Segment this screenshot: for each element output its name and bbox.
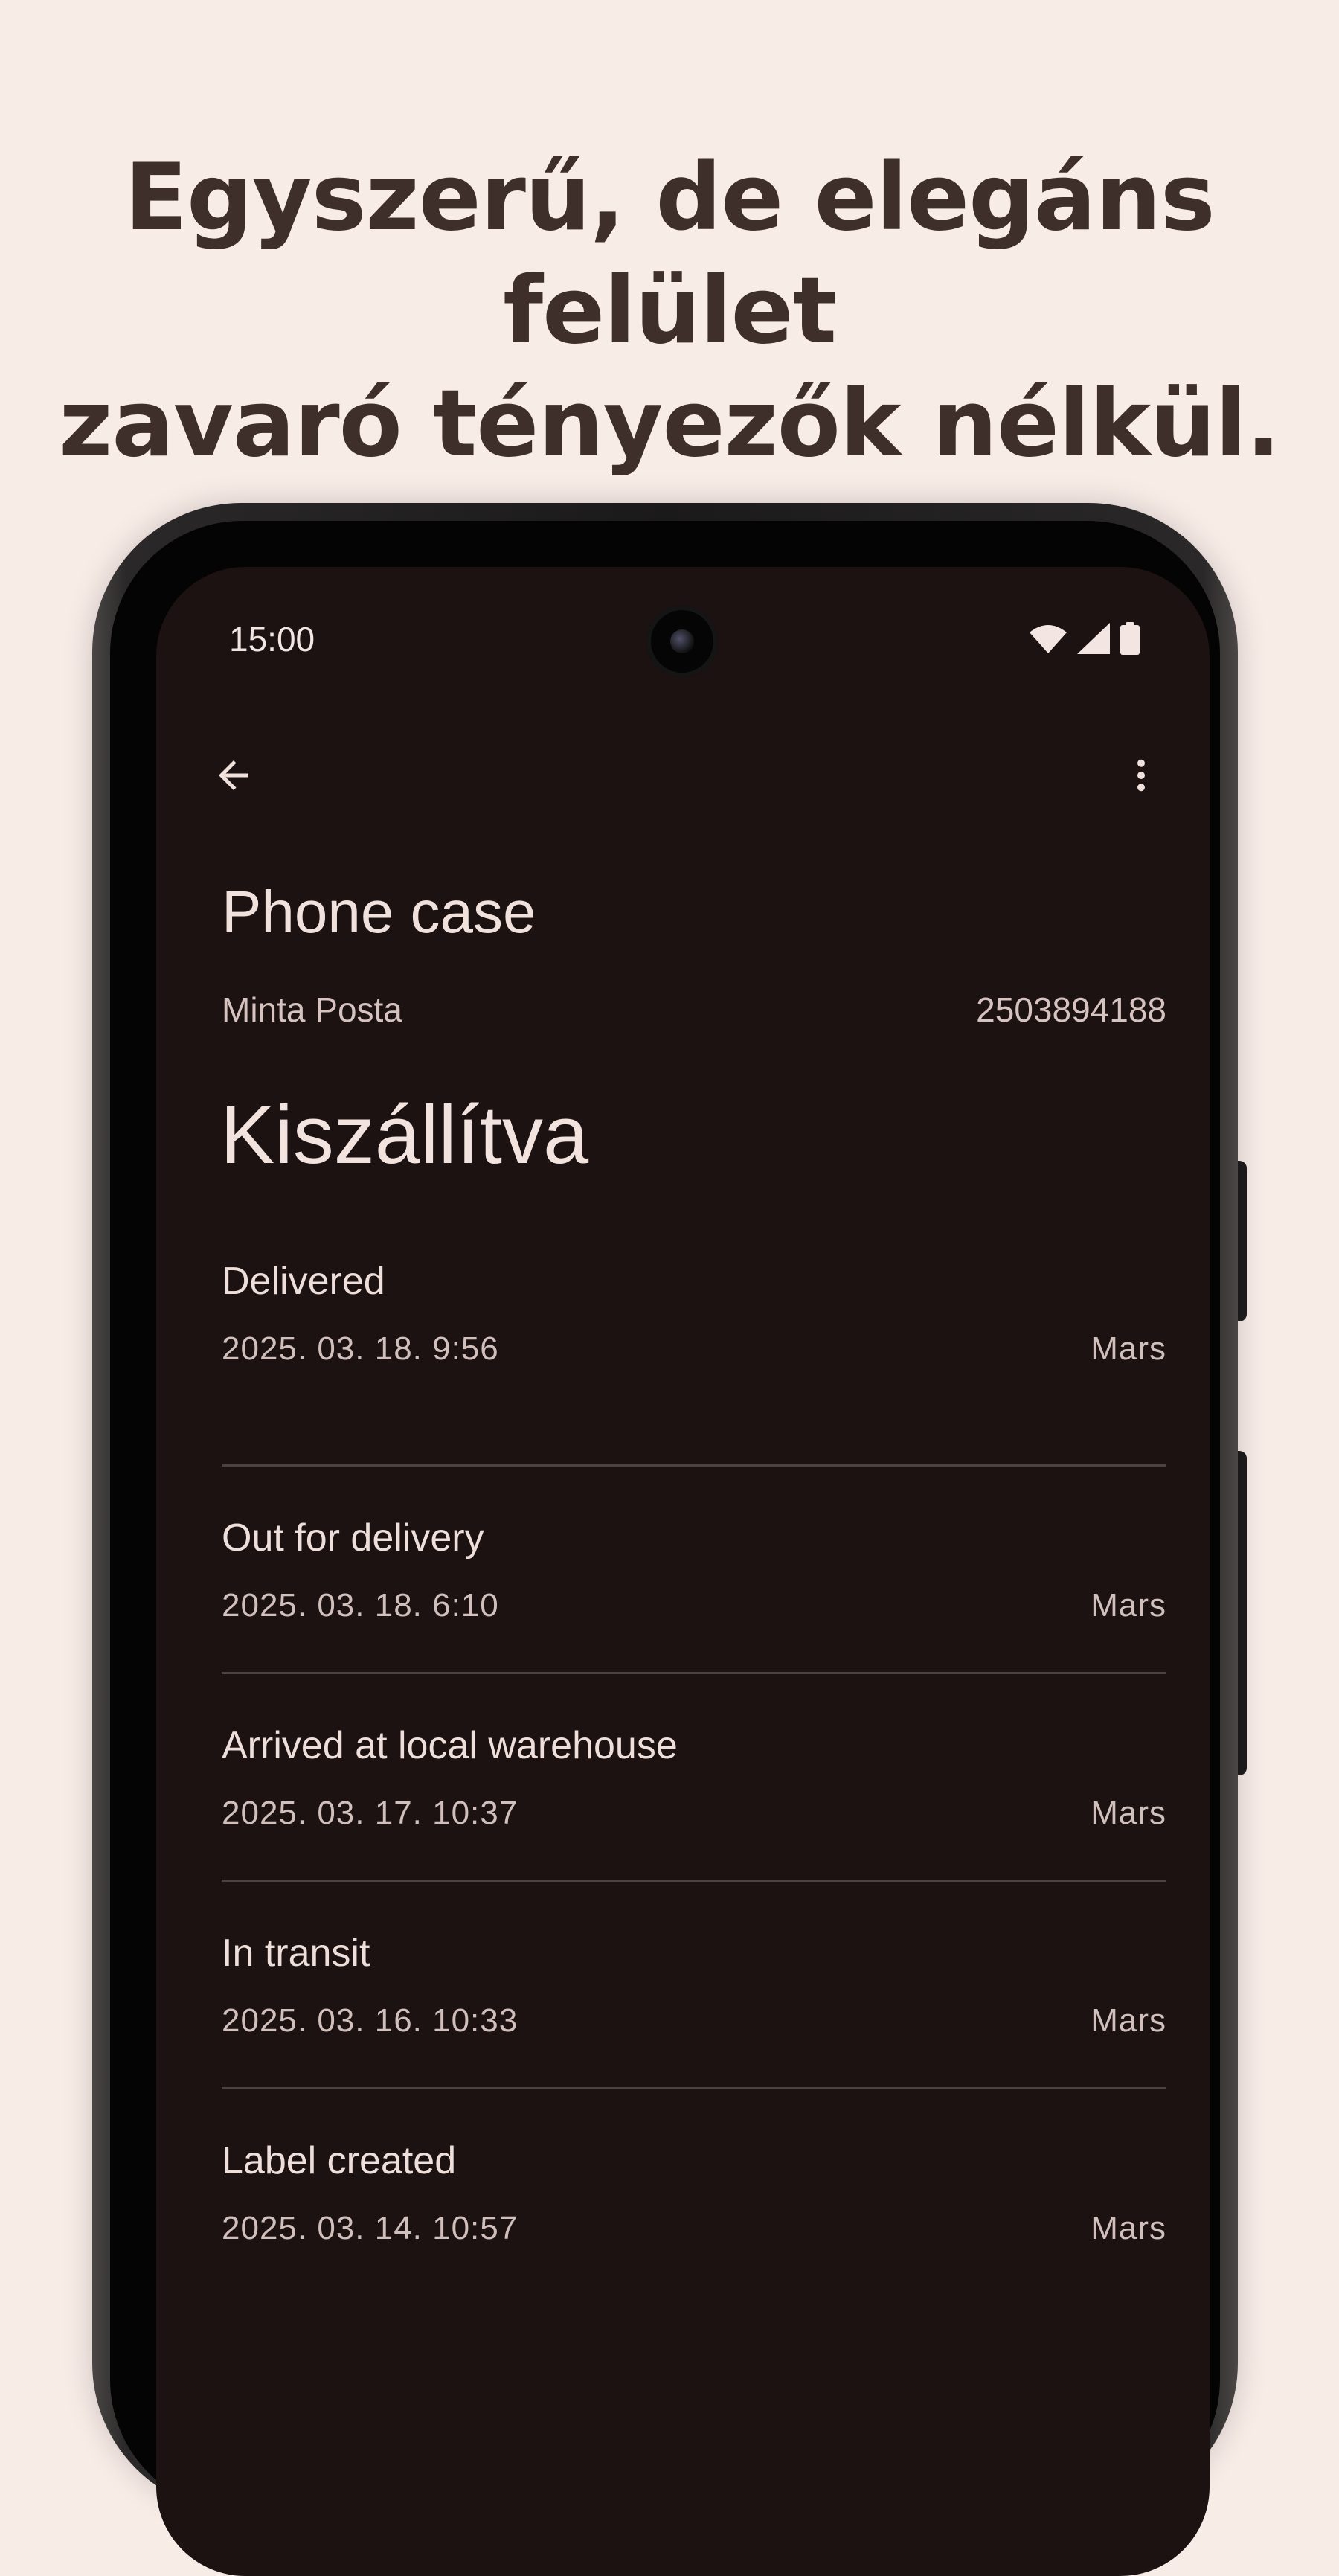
tracking-number: 2503894188 xyxy=(976,990,1166,1029)
shipment-status: Kiszállítva xyxy=(220,1089,589,1181)
phone-frame: 15:00 Phone case Minta Posta 2503894188 … xyxy=(92,503,1238,2576)
tracking-event: Label created 2025. 03. 14. 10:57 Mars xyxy=(222,2089,1166,2297)
tracking-event: In transit 2025. 03. 16. 10:33 Mars xyxy=(222,1882,1166,2089)
tracking-events-list: Delivered 2025. 03. 18. 9:56 Mars Out fo… xyxy=(222,1259,1166,2297)
event-time: 2025. 03. 18. 9:56 xyxy=(222,1330,499,1367)
promo-headline-line-2: zavaró tényezők nélkül. xyxy=(59,371,1281,478)
more-vert-icon xyxy=(1137,759,1145,792)
event-title: Label created xyxy=(222,2139,457,2182)
tracking-event: Arrived at local warehouse 2025. 03. 17.… xyxy=(222,1674,1166,1882)
event-title: In transit xyxy=(222,1932,370,1975)
promo-headline: Egyszerű, de elegáns felület zavaró tény… xyxy=(0,141,1339,481)
phone-bezel: 15:00 Phone case Minta Posta 2503894188 … xyxy=(110,521,1220,2576)
tracking-event: Out for delivery 2025. 03. 18. 6:10 Mars xyxy=(222,1467,1166,1674)
event-location: Mars xyxy=(1091,2210,1166,2246)
signal-icon xyxy=(1077,623,1110,654)
event-title: Arrived at local warehouse xyxy=(222,1724,678,1767)
shipment-title: Phone case xyxy=(222,879,536,945)
event-title: Delivered xyxy=(222,1260,385,1303)
event-location: Mars xyxy=(1091,1330,1166,1367)
event-location: Mars xyxy=(1091,1795,1166,1831)
status-bar-icons xyxy=(1030,622,1140,655)
event-time: 2025. 03. 14. 10:57 xyxy=(222,2210,518,2246)
arrow-back-icon xyxy=(219,760,248,790)
tracking-event: Delivered 2025. 03. 18. 9:56 Mars xyxy=(222,1259,1166,1467)
event-location: Mars xyxy=(1091,1587,1166,1624)
more-options-button[interactable] xyxy=(1105,740,1177,811)
carrier-name: Minta Posta xyxy=(222,990,402,1029)
event-time: 2025. 03. 17. 10:37 xyxy=(222,1795,518,1831)
event-time: 2025. 03. 18. 6:10 xyxy=(222,1587,499,1624)
status-bar-time: 15:00 xyxy=(229,620,315,659)
battery-icon xyxy=(1120,622,1140,655)
event-time: 2025. 03. 16. 10:33 xyxy=(222,2002,518,2039)
app-screen: 15:00 Phone case Minta Posta 2503894188 … xyxy=(156,567,1210,2576)
event-title: Out for delivery xyxy=(222,1516,484,1560)
event-location: Mars xyxy=(1091,2002,1166,2039)
promo-headline-line-1: Egyszerű, de elegáns felület xyxy=(124,144,1215,365)
wifi-icon xyxy=(1030,625,1067,653)
back-button[interactable] xyxy=(198,740,269,811)
front-camera xyxy=(646,606,718,677)
